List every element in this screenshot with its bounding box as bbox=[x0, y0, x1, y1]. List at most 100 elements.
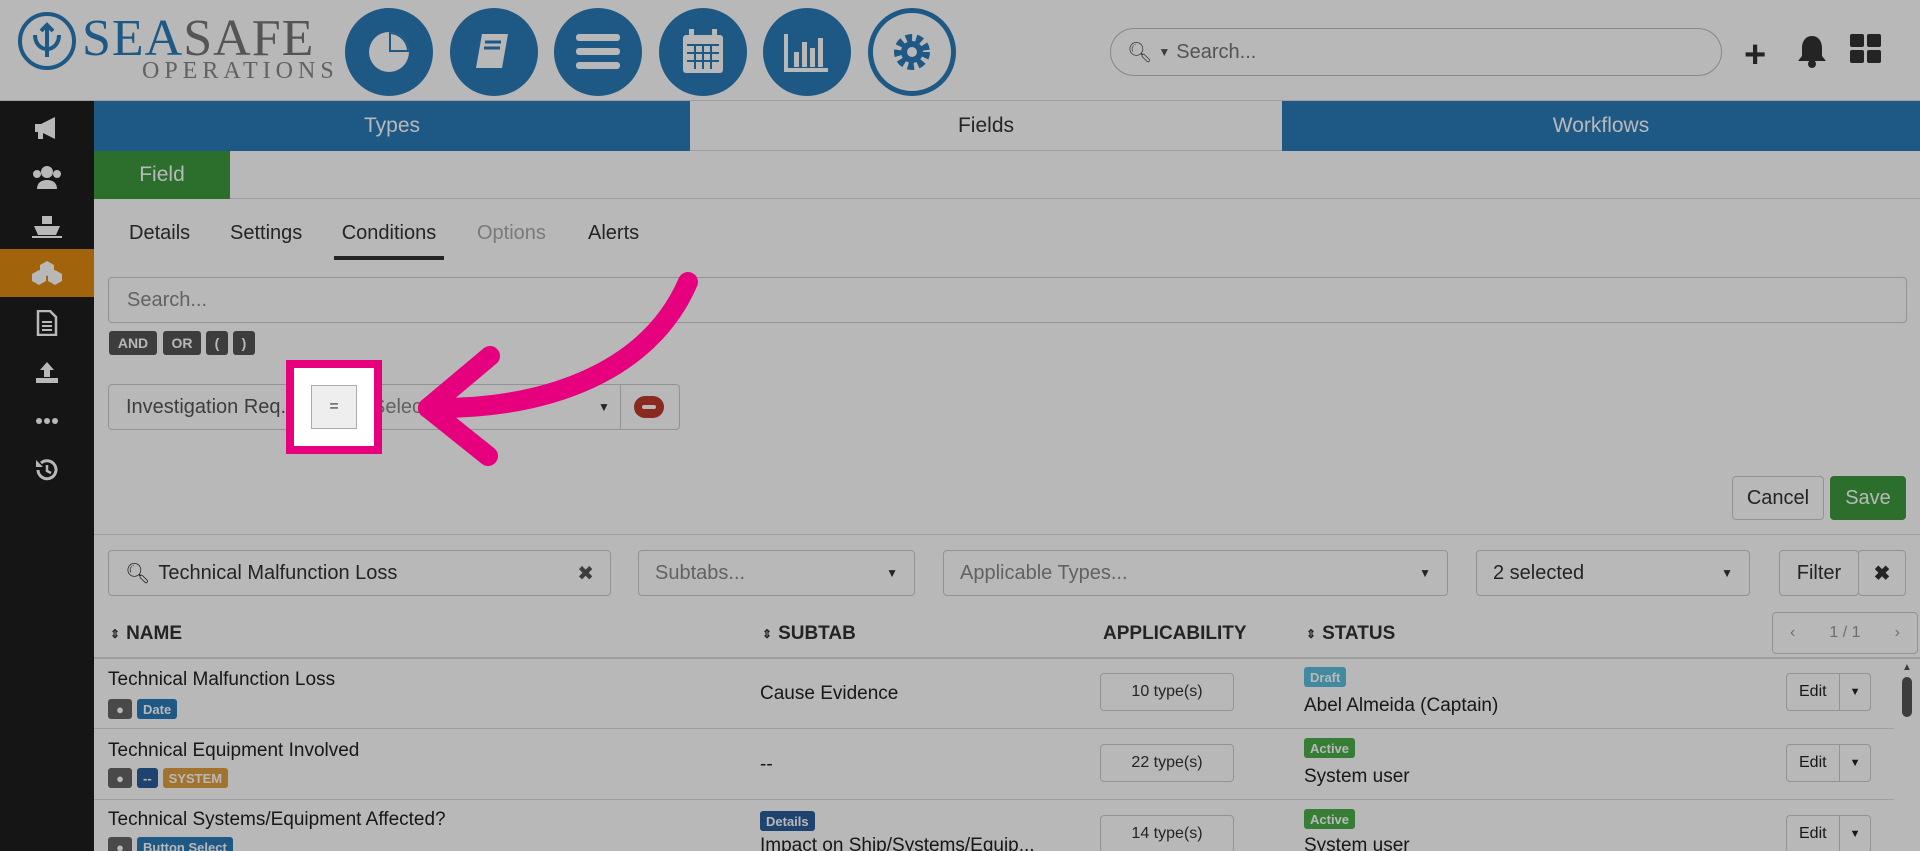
row-user: Abel Almeida (Captain) bbox=[1304, 695, 1499, 716]
add-icon[interactable]: + bbox=[1744, 34, 1766, 77]
applicability-button[interactable]: 14 type(s) bbox=[1100, 815, 1234, 851]
tab-fields[interactable]: Fields bbox=[690, 101, 1282, 151]
user-icon: ● bbox=[108, 699, 132, 719]
chevron-down-icon[interactable]: ▼ bbox=[1838, 816, 1871, 851]
condition-field-label[interactable]: Investigation Req... bbox=[126, 396, 297, 419]
column-header-name[interactable]: ⇕ NAME bbox=[110, 610, 182, 658]
more-icon bbox=[36, 418, 58, 424]
scrollbar[interactable]: ▲ bbox=[1900, 662, 1914, 851]
field-button[interactable]: Field bbox=[94, 151, 230, 199]
row-name[interactable]: Technical Malfunction Loss bbox=[108, 669, 335, 691]
tab-workflows[interactable]: Workflows bbox=[1282, 101, 1920, 151]
edit-button[interactable]: Edit bbox=[1787, 754, 1839, 772]
type-tag: Date bbox=[137, 699, 178, 719]
book-icon bbox=[476, 34, 508, 68]
edit-button-group: Edit ▼ bbox=[1786, 744, 1872, 782]
pagination: ‹ 1 / 1 › bbox=[1772, 612, 1918, 654]
subtab-details[interactable]: Details bbox=[129, 222, 190, 260]
global-search-input[interactable] bbox=[1176, 40, 1721, 64]
sidebar-item-users[interactable] bbox=[0, 153, 94, 201]
status-filter-label: 2 selected bbox=[1493, 561, 1585, 584]
field-search-filter[interactable]: 🔍︎ Technical Malfunction Loss ✖ bbox=[108, 550, 611, 596]
column-header-subtab[interactable]: ⇕ SUBTAB bbox=[762, 610, 856, 658]
edit-button[interactable]: Edit bbox=[1787, 825, 1839, 843]
filter-button[interactable]: Filter bbox=[1779, 550, 1859, 596]
column-header-status[interactable]: ⇕ STATUS bbox=[1306, 610, 1395, 658]
condition-search-input[interactable]: Search... bbox=[108, 277, 1907, 323]
tab-types[interactable]: Types bbox=[94, 101, 690, 151]
chevron-down-icon[interactable]: ▼ bbox=[1838, 674, 1871, 710]
subtabs-filter[interactable]: Subtabs... ▼ bbox=[638, 550, 915, 596]
boxes-icon bbox=[32, 261, 62, 285]
divider bbox=[94, 198, 1920, 199]
clear-icon[interactable]: ✖ bbox=[577, 561, 594, 586]
sidebar-item-vessels[interactable] bbox=[0, 202, 94, 250]
or-button[interactable]: OR bbox=[163, 331, 201, 355]
dashboard-button[interactable] bbox=[345, 8, 433, 96]
row-user: System user bbox=[1304, 835, 1410, 851]
settings-icon bbox=[894, 34, 930, 70]
logo-wheel-icon bbox=[18, 12, 76, 70]
subtabs-filter-label: Subtabs... bbox=[655, 561, 746, 584]
calendar-icon bbox=[683, 29, 723, 73]
types-filter[interactable]: Applicable Types... ▼ bbox=[943, 550, 1448, 596]
bar-chart-icon bbox=[784, 34, 828, 72]
dashboard-icon bbox=[369, 32, 409, 72]
status-badge: Active bbox=[1304, 738, 1356, 758]
table-row: Technical Systems/Equipment Affected? ● … bbox=[94, 801, 1894, 851]
calendar-button[interactable] bbox=[659, 8, 747, 96]
save-button[interactable]: Save bbox=[1830, 476, 1906, 520]
annotation-arrow-icon bbox=[418, 272, 698, 466]
operator-select[interactable]: = bbox=[311, 385, 357, 429]
sidebar-item-announcements[interactable] bbox=[0, 104, 94, 152]
and-button[interactable]: AND bbox=[109, 331, 157, 355]
library-button[interactable] bbox=[450, 8, 538, 96]
sidebar-item-documents[interactable] bbox=[0, 299, 94, 347]
chevron-down-icon: ▼ bbox=[1158, 45, 1171, 59]
settings-button[interactable] bbox=[868, 8, 956, 96]
edit-button[interactable]: Edit bbox=[1787, 683, 1839, 701]
applicability-button[interactable]: 10 type(s) bbox=[1100, 673, 1234, 711]
ship-icon bbox=[32, 216, 62, 238]
open-paren-button[interactable]: ( bbox=[206, 331, 228, 355]
subtab-conditions[interactable]: Conditions bbox=[334, 222, 444, 260]
top-header: SEASAFE OPERATIONS 🔍︎ ▼ + bbox=[0, 0, 1920, 101]
global-search[interactable]: 🔍︎ ▼ bbox=[1110, 28, 1722, 76]
type-tag: -- bbox=[137, 768, 158, 788]
search-icon: 🔍︎ bbox=[125, 562, 151, 585]
applicability-button[interactable]: 22 type(s) bbox=[1100, 744, 1234, 782]
menu-button[interactable] bbox=[554, 8, 642, 96]
apps-grid-icon[interactable] bbox=[1850, 34, 1882, 69]
cancel-button[interactable]: Cancel bbox=[1732, 476, 1824, 520]
chevron-left-icon[interactable]: ‹ bbox=[1790, 624, 1795, 642]
close-paren-button[interactable]: ) bbox=[233, 331, 255, 355]
row-name[interactable]: Technical Equipment Involved bbox=[108, 740, 359, 762]
column-header-applicability: APPLICABILITY bbox=[1103, 623, 1247, 644]
subtab-settings[interactable]: Settings bbox=[230, 222, 302, 260]
chevron-down-icon: ▼ bbox=[1419, 566, 1431, 580]
chevron-down-icon: ▼ bbox=[886, 566, 898, 580]
sidebar-item-history[interactable] bbox=[0, 446, 94, 494]
clear-filters-button[interactable]: ✖ bbox=[1858, 550, 1906, 596]
sidebar-item-more[interactable] bbox=[0, 397, 94, 445]
search-icon: 🔍︎ bbox=[1127, 41, 1153, 64]
chevron-down-icon[interactable]: ▼ bbox=[1838, 745, 1871, 781]
megaphone-icon bbox=[35, 117, 55, 139]
upload-icon bbox=[36, 362, 58, 383]
sidebar-item-upload[interactable] bbox=[0, 348, 94, 396]
reports-button[interactable] bbox=[763, 8, 851, 96]
sidebar-item-configuration[interactable] bbox=[0, 249, 94, 297]
subtab-alerts[interactable]: Alerts bbox=[588, 222, 639, 260]
types-filter-label: Applicable Types... bbox=[960, 561, 1128, 584]
subtab-tag: Details bbox=[760, 811, 815, 831]
document-icon bbox=[36, 310, 58, 336]
bell-icon[interactable] bbox=[1796, 34, 1828, 73]
row-name[interactable]: Technical Systems/Equipment Affected? bbox=[108, 809, 446, 831]
user-icon: ● bbox=[108, 768, 132, 788]
row-subtab: -- bbox=[760, 754, 773, 775]
status-filter[interactable]: 2 selected ▼ bbox=[1476, 550, 1750, 596]
edit-button-group: Edit ▼ bbox=[1786, 673, 1872, 711]
divider bbox=[94, 534, 1920, 535]
chevron-right-icon[interactable]: › bbox=[1895, 624, 1900, 642]
menu-icon bbox=[576, 34, 620, 69]
